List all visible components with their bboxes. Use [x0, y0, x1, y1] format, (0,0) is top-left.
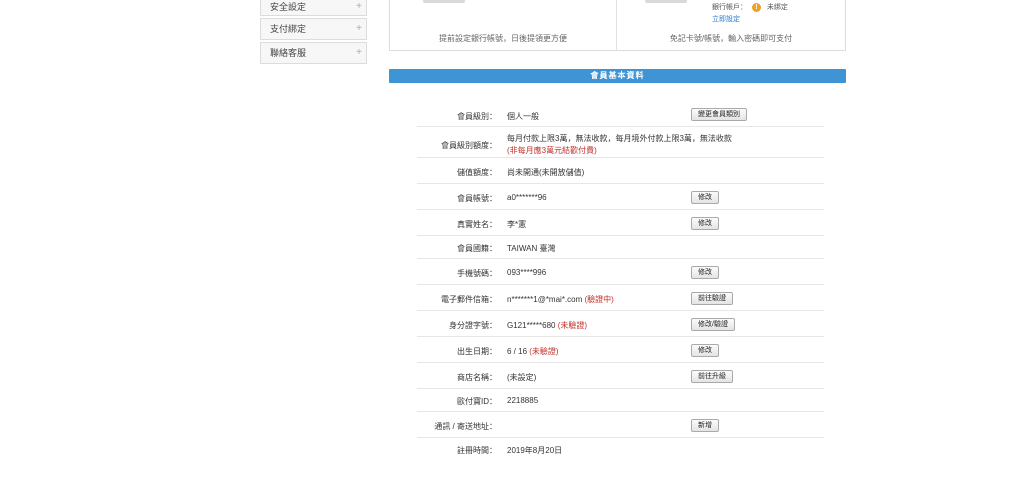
verification-status: (未驗證)	[557, 321, 588, 330]
store-name-status: (未設定)	[507, 373, 537, 382]
field-label: 電子郵件信箱：	[441, 295, 497, 304]
sidebar-item-label: 聯絡客服	[270, 48, 307, 58]
field-label: 商店名稱：	[457, 373, 497, 382]
sidebar-item-label: 支付綁定	[270, 24, 307, 34]
edit-account-button[interactable]: 修改	[691, 191, 719, 204]
field-value: 2218885	[507, 396, 539, 405]
add-address-button[interactable]: 新增	[691, 419, 719, 432]
row-id-number: 身分證字號： G121*****680 (未驗證) 修改/驗證	[417, 311, 824, 337]
field-label: 會員帳號：	[457, 194, 497, 203]
expand-plus-icon[interactable]: +	[356, 0, 362, 14]
email-value: n*******1@*mai*.com	[507, 295, 583, 304]
sidebar-menu: 安全設定 + 支付綁定 + 聯絡客服 +	[260, 0, 367, 66]
upgrade-button[interactable]: 前往升級	[691, 370, 733, 383]
panel-button-stub[interactable]	[423, 0, 465, 3]
field-label: 會員級別額度：	[441, 141, 497, 150]
quick-pay-hint: 免記卡號/帳號，輸入密碼即可支付	[669, 34, 793, 43]
field-label: 儲值額度：	[457, 168, 497, 177]
expand-plus-icon[interactable]: +	[356, 19, 362, 39]
sidebar-item-payment-binding[interactable]: 支付綁定 +	[260, 18, 367, 40]
sidebar-item-label: 安全設定	[270, 2, 307, 12]
row-address: 通訊 / 寄送地址： 新增	[417, 412, 824, 438]
row-registration-time: 註冊時間： 2019年8月20日	[417, 438, 824, 462]
limit-note: (非每月應3萬元結歡付費)	[507, 146, 597, 155]
field-value: n*******1@*mai*.com (驗證中)	[507, 294, 614, 305]
setup-now-link[interactable]: 立即設定	[712, 14, 740, 24]
bank-account-label: 銀行帳戶：	[712, 4, 747, 11]
row-birthday: 出生日期： 6 / 16 (未驗證) 修改	[417, 337, 824, 363]
field-label: 通訊 / 寄送地址：	[434, 422, 497, 431]
id-number-value: G121*****680	[507, 321, 556, 330]
field-value: 093****996	[507, 268, 547, 277]
field-value: G121*****680 (未驗證)	[507, 320, 587, 331]
field-label: 出生日期：	[457, 347, 497, 356]
row-mobile: 手機號碼： 093****996 修改	[417, 259, 824, 285]
bank-account-state: 未綁定	[766, 4, 788, 11]
sidebar-item-contact-support[interactable]: 聯絡客服 +	[260, 42, 367, 64]
expand-plus-icon[interactable]: +	[356, 43, 362, 63]
verification-status: (未驗證)	[529, 347, 559, 356]
row-stored-value: 儲值額度： 尚未開通(未開放儲值)	[417, 158, 824, 184]
field-value: 2019年8月20日	[507, 446, 563, 455]
binding-summary-panel: 提前設定銀行帳號，日後提領更方便 免記卡號/帳號，輸入密碼即可支付 銀行帳戶： …	[389, 0, 846, 51]
birthday-value: 6 / 16	[507, 347, 528, 356]
field-label: 歐付寶ID：	[457, 397, 497, 406]
panel-button-stub[interactable]	[645, 0, 687, 3]
row-real-name: 真實姓名： 李*憲 修改	[417, 210, 824, 236]
edit-birthday-button[interactable]: 修改	[691, 344, 719, 357]
row-email: 電子郵件信箱： n*******1@*mai*.com (驗證中) 前往驗證	[417, 285, 824, 311]
section-title: 會員基本資料	[389, 69, 846, 83]
verify-email-button[interactable]: 前往驗證	[691, 292, 733, 305]
limit-description: 每月付款上限3萬，無法收款，每月境外付款上限3萬，無法收款	[507, 134, 732, 143]
field-value: a0*******96	[507, 193, 547, 202]
field-label: 會員級別：	[457, 112, 497, 121]
row-member-limit: 會員級別額度： 每月付款上限3萬，無法收款，每月境外付款上限3萬，無法收款 (非…	[417, 127, 824, 158]
row-allpay-id: 歐付寶ID： 2218885	[417, 389, 824, 412]
field-value: 個人一般	[507, 112, 539, 121]
field-value: 尚未開通(未開放儲值)	[507, 168, 585, 177]
field-value: 每月付款上限3萬，無法收款，每月境外付款上限3萬，無法收款 (非每月應3萬元結歡…	[507, 133, 732, 156]
change-member-type-button[interactable]: 變更會員類別	[691, 108, 747, 121]
edit-name-button[interactable]: 修改	[691, 217, 719, 230]
sidebar-item-security[interactable]: 安全設定 +	[260, 0, 367, 16]
row-member-account: 會員帳號： a0*******96 修改	[417, 184, 824, 210]
bank-account-status: 銀行帳戶： ! 未綁定	[712, 2, 788, 12]
field-label: 身分證字號：	[449, 321, 497, 330]
edit-verify-id-button[interactable]: 修改/驗證	[691, 318, 735, 331]
row-nationality: 會員國籍： TAIWAN 臺灣	[417, 236, 824, 259]
verification-status: (驗證中)	[584, 295, 614, 304]
field-value: TAIWAN 臺灣	[507, 244, 556, 253]
bank-account-hint: 提前設定銀行帳號，日後提領更方便	[439, 34, 567, 43]
edit-mobile-button[interactable]: 修改	[691, 266, 719, 279]
field-label: 手機號碼：	[457, 269, 497, 278]
field-label: 註冊時間：	[457, 446, 497, 455]
field-value: 6 / 16 (未驗證)	[507, 346, 559, 357]
row-store-name: 商店名稱： (未設定) 前往升級	[417, 363, 824, 389]
field-value: 李*憲	[507, 220, 527, 229]
member-info-table: 會員級別： 個人一般 變更會員類別 會員級別額度： 每月付款上限3萬，無法收款，…	[417, 102, 824, 462]
row-member-level: 會員級別： 個人一般 變更會員類別	[417, 102, 824, 127]
field-label: 會員國籍：	[457, 244, 497, 253]
warning-icon: !	[751, 2, 761, 12]
field-label: 真實姓名：	[457, 220, 497, 229]
